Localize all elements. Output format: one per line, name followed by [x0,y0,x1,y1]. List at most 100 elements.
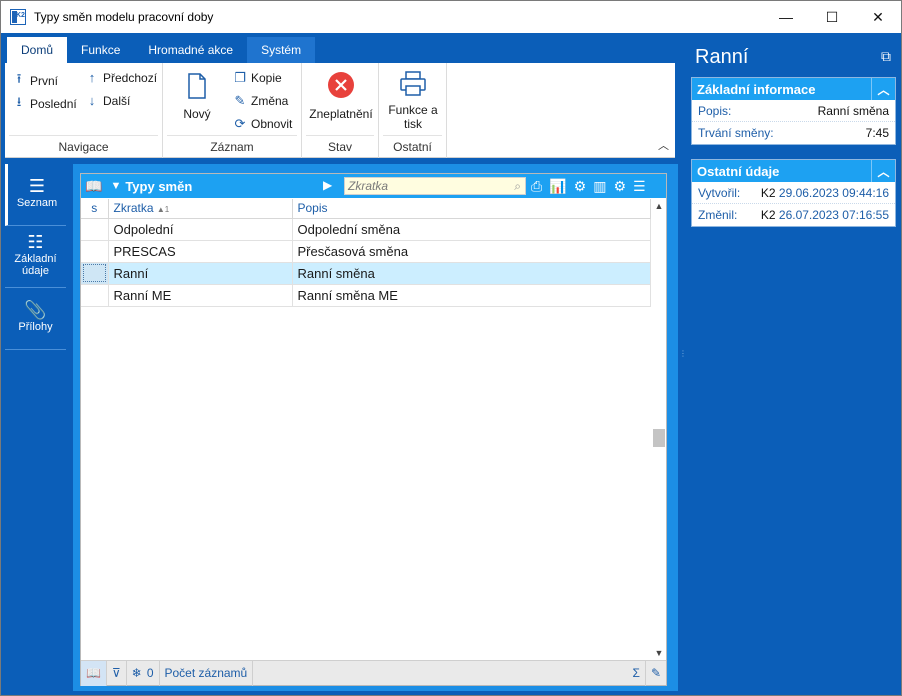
field-zmenil: Změnil: K2 26.07.2023 07:16:55 [698,208,889,222]
printer-icon [400,71,426,96]
field-trvani-smeny: Trvání směny: 7:45 [698,126,889,140]
window-title: Typy směn modelu pracovní doby [34,10,214,24]
row-state-cell[interactable] [81,262,109,285]
ribbon-tabs: Domů Funkce Hromadné akce Systém [5,37,675,63]
list-title: Typy směn [125,178,193,194]
card-basic-info-header[interactable]: Základní informace ︿ [692,78,895,100]
data-grid: s Zkratka ▲1 Popis Odpolední Odpolední s… [81,199,651,307]
chevron-up-icon[interactable]: ︿ [871,78,895,100]
tab-hromadne-akce[interactable]: Hromadné akce [134,37,247,63]
table-row[interactable]: Ranní ME Ranní směna ME [81,284,651,307]
nav-item-seznam[interactable]: ☰ Seznam [5,164,66,226]
snowflake-icon[interactable]: ❄ [127,661,147,686]
card-other-info-header[interactable]: Ostatní údaje ︿ [692,160,895,182]
group-label-ostatni: Ostatní [393,140,432,154]
filter-icon[interactable]: ⊽ [107,660,127,686]
minimize-button[interactable]: — [763,1,809,33]
table-row-selected[interactable]: Ranní Ranní směna [81,262,651,285]
cell-popis[interactable]: Přesčasová směna [292,240,651,263]
cell-zkratka[interactable]: Ranní [108,262,293,285]
tab-domu[interactable]: Domů [7,37,68,63]
vertical-scrollbar[interactable]: ▲ ▼ [652,199,666,660]
scrollbar-thumb[interactable] [653,429,665,447]
filter-group-icon[interactable]: ⚙ [574,178,587,195]
last-button[interactable]: ⭳ Poslední [12,93,77,115]
list-toolbar: 📖 ▼ Typy směn ▶ Zkratka ⌕ ⎙ 📊 ⚙ ▥ ⚙ ☰ [81,174,666,198]
edit-icon[interactable]: ✎ [646,661,666,686]
chevron-up-icon[interactable]: ︿ [871,160,895,182]
maximize-button[interactable]: ☐ [809,1,855,33]
book-icon[interactable]: 📖 [85,178,102,195]
ribbon-group-navigace: ⭱ První ⭳ Poslední ↑ Předchozí ↓ Další Navig… [5,63,163,158]
filter-count: 0 [147,660,160,686]
book-view-icon[interactable]: 📖 [81,660,107,686]
k2-app-icon: K2 [10,9,26,25]
row-state-cell[interactable] [81,240,109,263]
arrow-bottom-icon: ⭳ [16,94,22,109]
nav-item-prilohy[interactable]: 📎 Přílohy [5,288,66,350]
invalidate-button[interactable]: Zneplatnění [306,71,376,121]
first-button[interactable]: ⭱ První [12,70,58,92]
panel-splitter[interactable]: ⋮ [679,350,687,371]
group-label-stav: Stav [327,140,352,154]
sum-icon[interactable]: Σ [628,660,646,686]
paperclip-icon: 📎 [24,300,47,320]
table-row[interactable]: Odpolední Odpolední směna [81,218,651,241]
list-icon: ☷ [27,232,44,252]
copy-button[interactable]: ❐ Kopie [233,70,282,86]
detail-panel: Ranní ⧉ Základní informace ︿ Popis: Rann… [687,34,901,691]
ribbon-group-ostatni: Funkce a tisk Ostatní [379,63,447,158]
previous-button[interactable]: ↑ Předchozí [85,70,157,85]
card-basic-info: Základní informace ︿ Popis: Ranní směna … [691,77,896,145]
cell-popis[interactable]: Ranní směna ME [292,284,651,307]
scroll-up-icon[interactable]: ▲ [652,201,666,211]
row-state-cell[interactable] [81,218,109,241]
column-header-s[interactable]: s [81,199,109,219]
new-document-icon [188,73,206,99]
print-icon[interactable]: ⎙ [531,178,542,195]
columns-icon[interactable]: ▥ [593,178,606,195]
hamburger-icon: ☰ [28,176,46,196]
cell-popis[interactable]: Ranní směna [292,262,651,285]
collapse-ribbon-icon[interactable]: ︿ [658,137,669,153]
scroll-down-icon[interactable]: ▼ [652,648,666,658]
card-other-info: Ostatní údaje ︿ Vytvořil: K2 29.06.2023 … [691,159,896,227]
tab-funkce[interactable]: Funkce [67,37,134,63]
table-row[interactable]: PRESCAS Přesčasová směna [81,240,651,263]
tab-system[interactable]: Systém [247,37,316,63]
column-header-popis[interactable]: Popis [292,199,651,219]
window-controls: — ☐ ✕ [763,1,901,33]
detail-title: Ranní [695,46,749,68]
functions-print-button[interactable]: Funkce a tisk [383,71,443,131]
ribbon-group-zaznam: Nový ❐ Kopie ✎ Změna ⟳ Obnovit Záznam [163,63,302,158]
title-bar: K2 Typy směn modelu pracovní doby — ☐ ✕ [1,1,901,33]
new-button[interactable]: Nový [177,73,217,121]
chevron-down-icon[interactable]: ▼ [110,180,121,192]
record-count-button[interactable]: Počet záznamů [160,660,254,686]
sort-ascending-icon: ▲1 [156,205,170,215]
search-mode-icon[interactable]: ▶ [323,178,332,192]
list-status-bar: 📖 ⊽ ❄ 0 Počet záznamů Σ ✎ [81,660,666,686]
pencil-icon: ✎ [234,93,246,108]
popout-icon[interactable]: ⧉ [881,48,891,65]
cell-zkratka[interactable]: PRESCAS [108,240,293,263]
change-button[interactable]: ✎ Změna [233,93,289,109]
search-input[interactable]: Zkratka ⌕ [344,177,526,195]
nav-item-zakladni-udaje[interactable]: ☷ Základní údaje [5,226,66,288]
chart-icon[interactable]: 📊 [549,178,566,195]
column-header-zkratka[interactable]: Zkratka ▲1 [108,199,293,219]
ribbon-group-stav: Zneplatnění Stav [302,63,379,158]
next-button[interactable]: ↓ Další [85,93,131,108]
menu-icon[interactable]: ☰ [633,178,646,195]
cell-zkratka[interactable]: Ranní ME [108,284,293,307]
close-button[interactable]: ✕ [855,1,901,33]
refresh-button[interactable]: ⟳ Obnovit [233,116,293,132]
cell-popis[interactable]: Odpolední směna [292,218,651,241]
arrow-down-icon: ↓ [88,93,96,108]
ribbon: ⭱ První ⭳ Poslední ↑ Předchozí ↓ Další Navig… [5,63,675,158]
row-state-cell[interactable] [81,284,109,307]
settings-icon[interactable]: ⚙ [613,178,626,195]
group-label-zaznam: Záznam [210,140,254,154]
group-label-navigace: Navigace [58,140,109,154]
cell-zkratka[interactable]: Odpolední [108,218,293,241]
